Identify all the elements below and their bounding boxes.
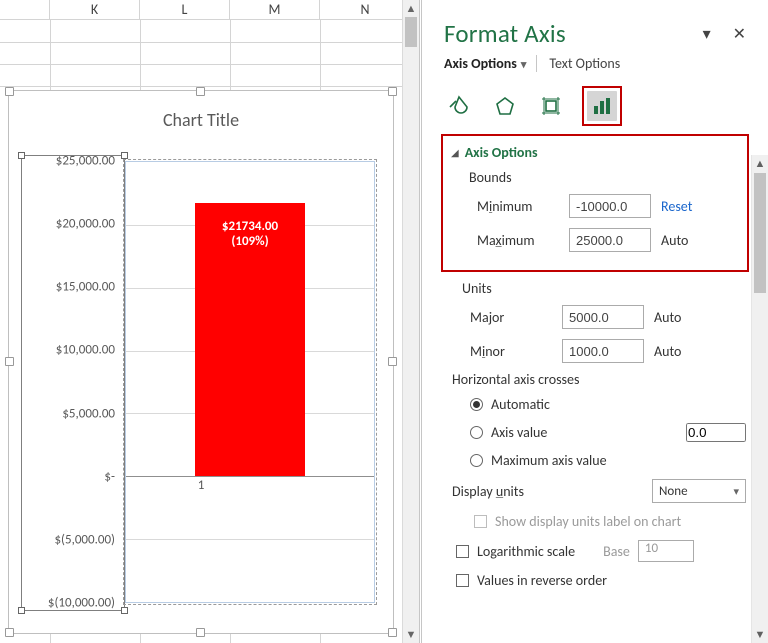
resize-handle[interactable] (196, 87, 205, 96)
scroll-down-arrow-icon[interactable]: ▼ (403, 626, 419, 643)
hcross-axisvalue-label: Axis value (491, 424, 547, 441)
display-units-label: Display units (452, 483, 582, 500)
bounds-label: Bounds (451, 167, 743, 190)
col-header[interactable]: M (230, 0, 320, 19)
y-tick-label: $15,000.00 (56, 280, 115, 295)
y-tick-label: $25,000.00 (56, 154, 115, 169)
col-header[interactable]: L (140, 0, 230, 19)
hcross-axis-value-radio[interactable]: Axis value (444, 419, 746, 448)
axis-options-section-header[interactable]: ◢ Axis Options (451, 144, 743, 161)
bounds-min-reset-button[interactable]: Reset (661, 198, 707, 215)
fill-line-icon[interactable] (444, 91, 474, 121)
collapse-triangle-icon[interactable]: ◢ (451, 146, 459, 159)
scroll-up-arrow-icon[interactable]: ▲ (403, 0, 419, 17)
resize-handle[interactable] (388, 357, 397, 366)
resize-handle[interactable] (388, 628, 397, 637)
hcross-maximum-radio[interactable]: Maximum axis value (444, 448, 746, 475)
sheet-vertical-scrollbar[interactable]: ▲ ▼ (402, 0, 419, 643)
chart-title[interactable]: Chart Title (9, 91, 393, 131)
y-tick-label: $20,000.00 (56, 217, 115, 232)
pane-vertical-scrollbar[interactable]: ▲ ▼ (751, 155, 768, 643)
logarithmic-scale-checkbox[interactable]: Logarithmic scale Base 10 (444, 536, 746, 568)
hcross-maximum-label: Maximum axis value (491, 452, 607, 469)
bounds-highlight-box: ◢ Axis Options Bounds Minimum Reset Maxi… (441, 134, 749, 272)
close-icon[interactable]: ✕ (733, 24, 746, 44)
hcross-axis-value-input[interactable] (686, 423, 746, 442)
units-major-auto-label[interactable]: Auto (654, 309, 700, 326)
hcross-automatic-radio[interactable]: Automatic (444, 392, 746, 419)
tab-axis-options[interactable]: Axis Options▾ (444, 55, 526, 72)
values-reverse-order-label: Values in reverse order (477, 572, 607, 589)
pane-body: ◢ Axis Options Bounds Minimum Reset Maxi… (422, 134, 768, 603)
plot-area: $25,000.00 $20,000.00 $15,000.00 $10,000… (23, 151, 379, 603)
bounds-max-auto-label[interactable]: Auto (661, 232, 707, 249)
y-tick-label: $(5,000.00) (54, 532, 115, 547)
tab-text-options[interactable]: Text Options (536, 55, 620, 72)
scroll-down-arrow-icon[interactable]: ▼ (752, 626, 768, 643)
col-header-left-gap (0, 0, 50, 19)
units-minor-auto-label[interactable]: Auto (654, 343, 700, 360)
x-category-label: 1 (23, 478, 379, 493)
hcross-automatic-label: Automatic (491, 396, 550, 413)
pane-tabs: Axis Options▾ Text Options (422, 55, 768, 82)
spreadsheet-area: K L M N ▲ ▼ Chart Title (0, 0, 420, 643)
y-axis-labels[interactable]: $25,000.00 $20,000.00 $15,000.00 $10,000… (23, 161, 123, 603)
effects-icon[interactable] (490, 91, 520, 121)
units-minor-input[interactable] (562, 339, 644, 363)
pane-title: Format Axis (444, 18, 566, 49)
axis-options-section-label: Axis Options (465, 144, 538, 161)
resize-handle[interactable] (5, 628, 14, 637)
chevron-down-icon: ▾ (733, 485, 739, 498)
format-category-icons (422, 82, 768, 134)
resize-handle[interactable] (5, 357, 14, 366)
bounds-min-label: Minimum (477, 198, 559, 215)
scroll-thumb[interactable] (405, 17, 417, 47)
y-tick-label: $(10,000.00) (48, 596, 115, 611)
logarithmic-scale-label: Logarithmic scale (477, 543, 575, 560)
show-display-units-checkbox: Show display units label on chart (444, 509, 746, 536)
size-properties-icon[interactable] (536, 91, 566, 121)
col-header[interactable]: N (320, 0, 410, 19)
log-base-input[interactable]: 10 (638, 540, 694, 562)
format-axis-pane: Format Axis ▾ ✕ Axis Options▾ Text Optio… (421, 0, 768, 643)
values-reverse-order-checkbox[interactable]: Values in reverse order (444, 568, 746, 595)
column-headers: K L M N (0, 0, 419, 20)
y-tick-label: $10,000.00 (56, 343, 115, 358)
display-units-value: None (659, 484, 688, 499)
bounds-min-input[interactable] (569, 194, 651, 218)
units-label: Units (444, 278, 746, 301)
axis-options-icon[interactable] (587, 91, 617, 121)
show-display-units-label: Show display units label on chart (495, 513, 681, 530)
scroll-up-arrow-icon[interactable]: ▲ (752, 155, 768, 172)
bounds-max-input[interactable] (569, 228, 651, 252)
resize-handle[interactable] (388, 87, 397, 96)
chevron-down-icon[interactable]: ▾ (521, 58, 527, 71)
horizontal-axis-crosses-label: Horizontal axis crosses (444, 369, 746, 392)
units-major-input[interactable] (562, 305, 644, 329)
plot-region[interactable]: .bar-red{bottom:28.58%!important; height… (125, 161, 375, 603)
bounds-max-label: Maximum (477, 232, 559, 249)
resize-handle[interactable] (196, 628, 205, 637)
y-tick-label: $5,000.00 (62, 406, 115, 421)
log-base-label: Base (603, 543, 630, 560)
scroll-thumb[interactable] (754, 173, 766, 293)
units-minor-label: Minor (470, 343, 552, 360)
chart-object[interactable]: Chart Title $25,000.00 $20,000.00 $15,00… (8, 90, 394, 634)
bar-data-label[interactable]: $21734.00 (109%) (198, 215, 302, 253)
pane-menu-dropdown-icon[interactable]: ▾ (703, 24, 711, 44)
axis-options-icon-active-highlight (582, 86, 622, 126)
units-major-label: Major (470, 309, 552, 326)
resize-handle[interactable] (5, 87, 14, 96)
display-units-select[interactable]: None ▾ (652, 479, 746, 503)
col-header[interactable]: K (50, 0, 140, 19)
